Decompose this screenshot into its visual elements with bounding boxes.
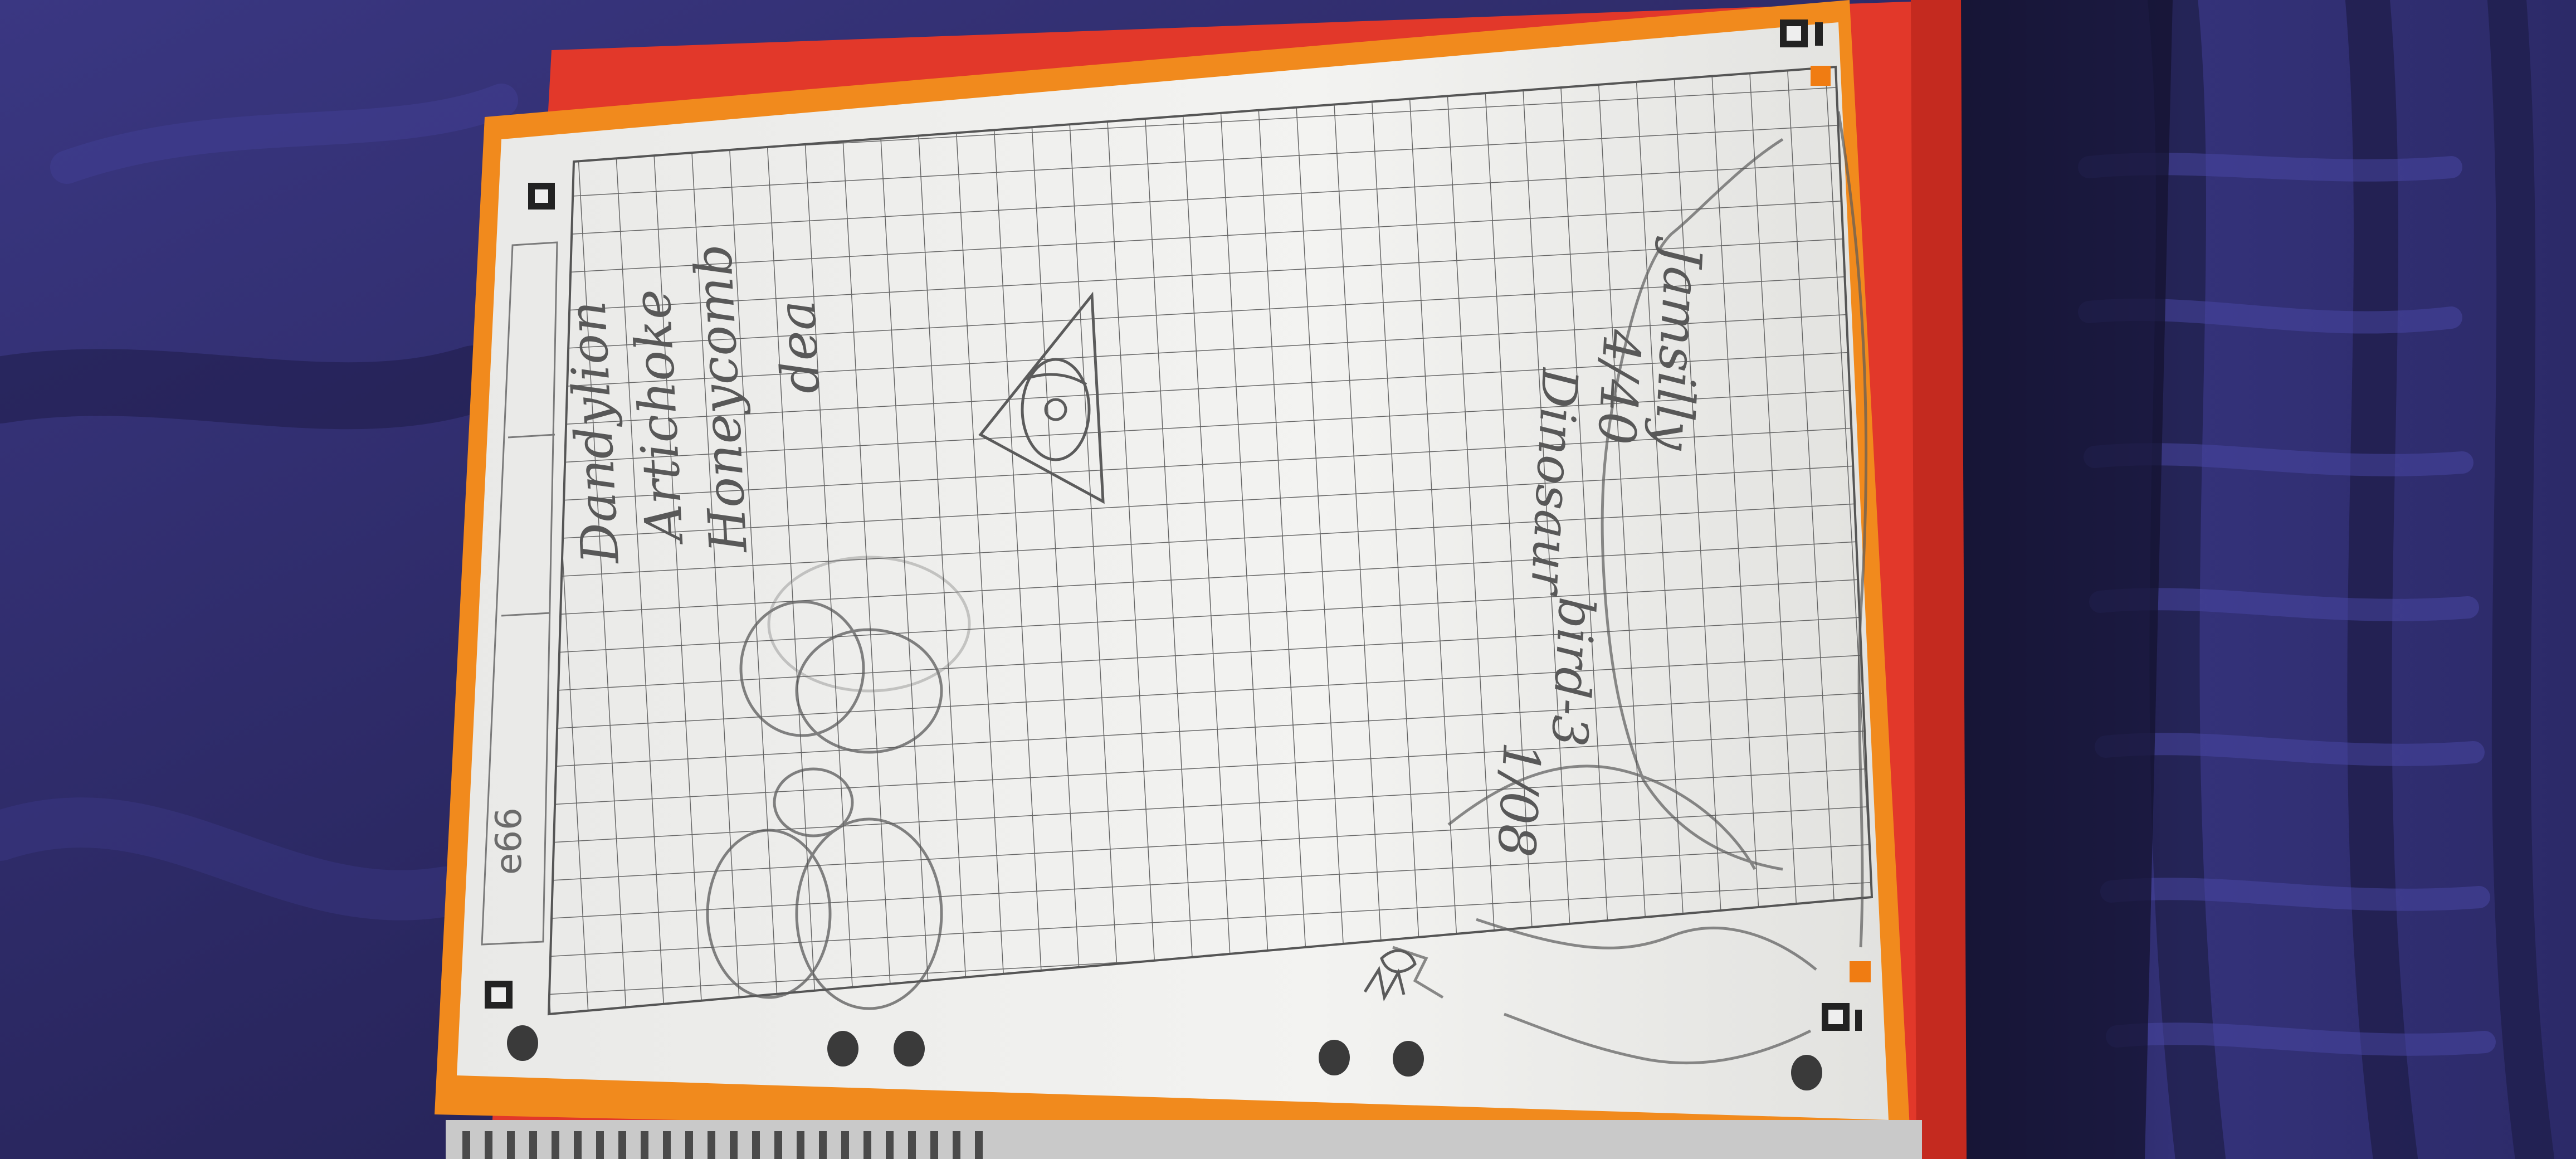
punch-hole — [1791, 1055, 1822, 1090]
photo-scene: e66 Dandylion Artichoke Honeycomb dea Ja… — [0, 0, 2576, 1159]
page-label: e66 — [489, 807, 530, 875]
punch-hole — [507, 1025, 538, 1061]
punch-hole — [1319, 1040, 1350, 1075]
handwriting-word-4: dea — [767, 299, 831, 396]
punch-hole — [827, 1031, 858, 1067]
handwriting-word-5: Jamsilly — [1643, 236, 1714, 452]
notebook-cover-edge — [1911, 0, 1967, 1159]
handwriting-word-8: bird-3 — [1540, 596, 1606, 748]
handwriting-word-7: Dinosaur — [1520, 366, 1589, 598]
punch-hole — [894, 1031, 925, 1067]
handwriting-word-6: 4/40 — [1586, 328, 1652, 446]
corner-marker-orange-br — [1850, 961, 1871, 982]
handwriting-word-9: 1/08 — [1486, 741, 1552, 859]
spiral-binding — [446, 1120, 1922, 1159]
punch-hole — [1393, 1041, 1424, 1077]
corner-marker-orange-tr — [1811, 66, 1831, 86]
